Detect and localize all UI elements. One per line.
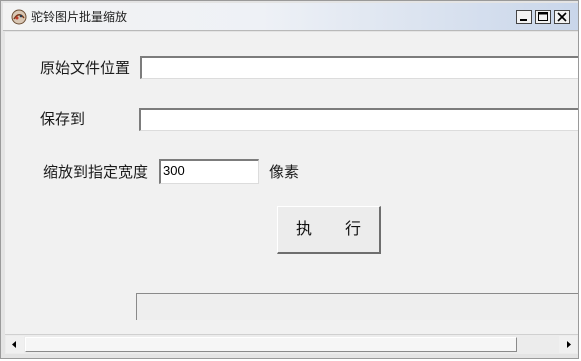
source-path-label: 原始文件位置 [40,59,131,77]
scroll-left-button[interactable] [6,336,24,353]
scroll-right-button[interactable] [559,336,577,353]
scrollbar-thumb[interactable] [25,337,517,352]
target-width-input[interactable]: 300 [159,159,259,184]
source-path-input[interactable] [140,56,578,79]
minimize-icon [520,19,527,21]
arrow-right-icon [567,341,571,348]
app-logo-icon [11,9,27,25]
window-title: 驼铃图片批量缩放 [31,10,128,24]
title-bar[interactable]: 驼铃图片批量缩放 [3,3,578,31]
status-panel [136,293,578,320]
save-path-input[interactable] [139,108,578,131]
pixel-unit-label: 像素 [269,163,300,181]
maximize-button[interactable] [535,10,551,24]
minimize-button[interactable] [516,10,532,24]
save-path-label: 保存到 [40,110,86,128]
close-button[interactable] [554,10,570,24]
arrow-left-icon [12,341,16,348]
maximize-icon [538,12,548,21]
target-width-label: 缩放到指定宽度 [43,163,149,181]
app-window: 驼铃图片批量缩放 原始文件位置 保存到 缩放到指定宽度 300 像素 执 行 [0,0,579,359]
close-icon [557,12,567,22]
execute-button[interactable]: 执 行 [277,206,381,254]
horizontal-scrollbar[interactable] [5,334,578,354]
form-area: 原始文件位置 保存到 缩放到指定宽度 300 像素 执 行 [5,32,578,334]
